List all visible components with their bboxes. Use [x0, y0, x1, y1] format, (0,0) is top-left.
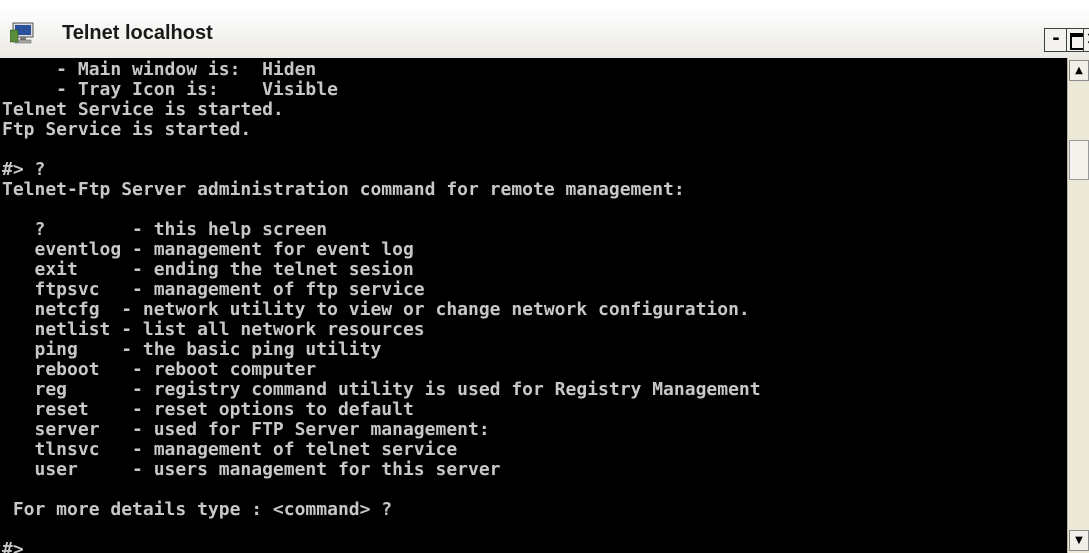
console-line: #>	[2, 539, 35, 553]
telnet-console-icon[interactable]	[10, 21, 40, 45]
console-line: ftpsvc - management of ftp service	[2, 279, 425, 300]
console-line: tlnsvc - management of telnet service	[2, 439, 458, 460]
console-line: Telnet Service is started.	[2, 99, 284, 120]
console-line: netlist - list all network resources	[2, 319, 425, 340]
scroll-down-arrow-icon[interactable]: ▼	[1069, 530, 1089, 551]
vertical-scrollbar[interactable]: ▲ ▼	[1067, 58, 1089, 553]
telnet-window: Telnet localhost - × - Main window is: H…	[0, 0, 1089, 553]
console-line: eventlog - management for event log	[2, 239, 414, 260]
scroll-up-arrow-icon[interactable]: ▲	[1069, 60, 1089, 81]
console-line: #> ?	[2, 159, 46, 180]
console-line: reset - reset options to default	[2, 399, 414, 420]
console-line: reboot - reboot computer	[2, 359, 317, 380]
minimize-button[interactable]: -	[1044, 28, 1068, 52]
console-line: ? - this help screen	[2, 219, 328, 240]
title-bar[interactable]: Telnet localhost - ×	[0, 8, 1089, 59]
console-line: - Tray Icon is: Visible	[2, 79, 338, 100]
console-output[interactable]: - Main window is: Hiden - Tray Icon is: …	[0, 58, 1067, 553]
console-line: reg - registry command utility is used f…	[2, 379, 761, 400]
console-line: user - users management for this server	[2, 459, 501, 480]
console-line: For more details type : <command> ?	[2, 499, 393, 520]
close-button[interactable]: ×	[1083, 28, 1089, 52]
console-line: Ftp Service is started.	[2, 119, 252, 140]
console-line: ping - the basic ping utility	[2, 339, 382, 360]
console-line: Telnet-Ftp Server administration command…	[2, 179, 685, 200]
console-line: server - used for FTP Server management:	[2, 419, 490, 440]
console-line: netcfg - network utility to view or chan…	[2, 299, 750, 320]
console-line: exit - ending the telnet sesion	[2, 259, 414, 280]
console-line: - Main window is: Hiden	[2, 59, 317, 80]
scrollbar-thumb[interactable]	[1069, 140, 1089, 180]
window-title: Telnet localhost	[62, 22, 213, 44]
